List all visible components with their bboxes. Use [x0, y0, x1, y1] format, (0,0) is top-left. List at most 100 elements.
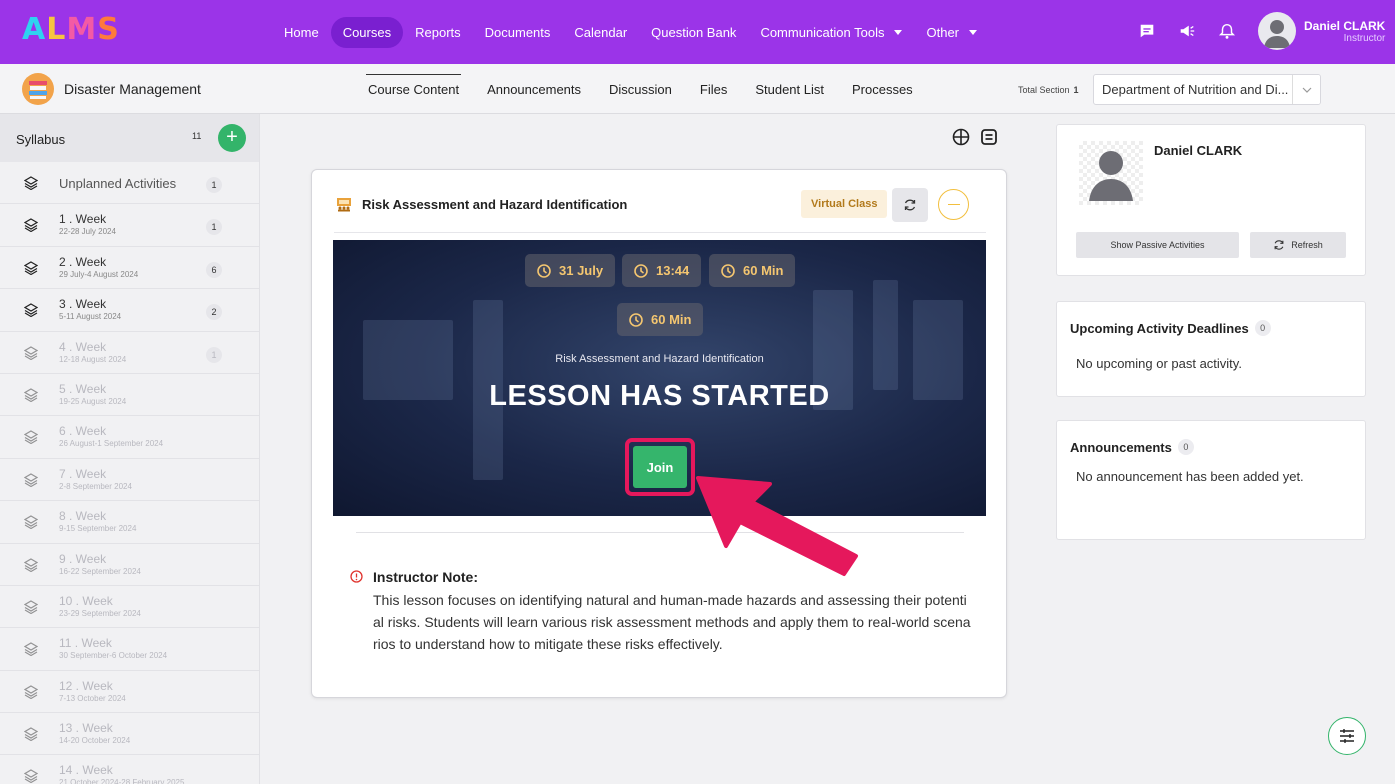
- layers-icon: [23, 345, 39, 360]
- app-logo[interactable]: ALMS: [22, 12, 120, 47]
- user-role: Instructor: [1343, 32, 1386, 44]
- week-activity-count: 1: [206, 219, 222, 236]
- layers-icon: [23, 769, 39, 784]
- nav-other[interactable]: Other: [914, 17, 989, 48]
- nav-question-bank[interactable]: Question Bank: [639, 17, 748, 48]
- syllabus-week-item[interactable]: 7 . Week 2-8 September 2024: [0, 459, 259, 502]
- syllabus-week-item[interactable]: Unplanned Activities 1: [0, 162, 259, 205]
- grid-view-icon[interactable]: [952, 128, 970, 146]
- week-dates: 29 July-4 August 2024: [59, 269, 139, 279]
- tab-student-list[interactable]: Student List: [741, 64, 838, 114]
- layers-icon: [23, 684, 39, 699]
- time-chip: 13:44: [622, 254, 702, 287]
- week-title: 4 . Week: [59, 339, 107, 354]
- nav-calendar[interactable]: Calendar: [562, 17, 639, 48]
- activity-card: Risk Assessment and Hazard Identificatio…: [311, 169, 1007, 698]
- refresh-button[interactable]: Refresh: [1250, 232, 1346, 258]
- syllabus-week-item[interactable]: 11 . Week 30 September-6 October 2024: [0, 628, 259, 671]
- layers-icon: [23, 303, 39, 318]
- message-icon[interactable]: [1138, 22, 1156, 40]
- instructor-note-text: This lesson focuses on identifying natur…: [373, 592, 971, 652]
- week-dates: 23-29 September 2024: [59, 608, 141, 618]
- pointer-arrow-icon: [696, 476, 858, 576]
- deadlines-panel: Upcoming Activity Deadlines 0 No upcoming…: [1056, 301, 1366, 397]
- course-tabs: Course Content Announcements Discussion …: [354, 64, 927, 114]
- syllabus-week-item[interactable]: 13 . Week 14-20 October 2024: [0, 713, 259, 756]
- deadlines-title: Upcoming Activity Deadlines 0: [1070, 320, 1271, 336]
- layers-icon: [23, 176, 39, 191]
- announcements-panel: Announcements 0 No announcement has been …: [1056, 420, 1366, 540]
- activity-title[interactable]: Risk Assessment and Hazard Identificatio…: [362, 197, 627, 212]
- week-dates: 30 September-6 October 2024: [59, 651, 168, 661]
- refresh-icon: [904, 199, 916, 211]
- nav-home[interactable]: Home: [272, 17, 331, 48]
- week-title: 7 . Week: [59, 466, 107, 481]
- megaphone-icon[interactable]: [1178, 22, 1196, 40]
- syllabus-week-item[interactable]: 10 . Week 23-29 September 2024: [0, 586, 259, 629]
- syllabus-week-item[interactable]: 14 . Week 21 October 2024-28 February 202…: [0, 755, 259, 784]
- tab-files[interactable]: Files: [686, 64, 741, 114]
- layers-icon: [23, 727, 39, 742]
- nav-reports[interactable]: Reports: [403, 17, 473, 48]
- syllabus-week-item[interactable]: 2 . Week 29 July-4 August 2024 6: [0, 247, 259, 290]
- week-dates: 16-22 September 2024: [59, 566, 141, 576]
- week-list: Unplanned Activities 1 1 . Week 22-28 July …: [0, 162, 259, 784]
- total-section-label: Total Section 1: [1018, 85, 1079, 95]
- course-title: Disaster Management: [64, 81, 201, 97]
- tab-course-content[interactable]: Course Content: [354, 64, 473, 114]
- syllabus-week-item[interactable]: 5 . Week 19-25 August 2024: [0, 374, 259, 417]
- view-toggle: [952, 128, 998, 146]
- week-title: 14 . Week: [59, 763, 113, 778]
- syllabus-count: 11: [192, 131, 202, 141]
- lesson-subtitle: Risk Assessment and Hazard Identificatio…: [555, 353, 764, 365]
- collapse-button[interactable]: [938, 189, 969, 220]
- week-dates: 26 August-1 September 2024: [59, 439, 164, 449]
- activity-refresh-button[interactable]: [892, 188, 928, 222]
- nav-courses[interactable]: Courses: [330, 17, 404, 48]
- week-title: 11 . Week: [59, 636, 112, 651]
- top-icons: [1138, 22, 1236, 40]
- week-dates: 21 October 2024-28 February 2025: [59, 778, 185, 784]
- layers-icon: [23, 261, 39, 275]
- nav-documents[interactable]: Documents: [473, 17, 563, 48]
- add-week-button[interactable]: +: [218, 124, 246, 152]
- chevron-down-icon: [1292, 75, 1320, 104]
- course-header: Disaster Management Course Content Annou…: [0, 64, 1395, 114]
- date-chip: 31 July: [525, 254, 616, 287]
- layers-icon: [23, 515, 39, 530]
- total-section-count: 1: [1073, 85, 1079, 95]
- deadlines-count: 0: [1254, 320, 1271, 336]
- syllabus-week-item[interactable]: 9 . Week 16-22 September 2024: [0, 544, 259, 586]
- tab-processes[interactable]: Processes: [838, 64, 927, 114]
- settings-fab[interactable]: [1328, 717, 1366, 755]
- week-title: 10 . Week: [59, 593, 113, 608]
- bell-icon[interactable]: [1218, 22, 1236, 40]
- show-passive-activities-button[interactable]: Show Passive Activities: [1076, 232, 1239, 258]
- syllabus-week-item[interactable]: 12 . Week 7-13 October 2024: [0, 671, 259, 714]
- duration-chip: 60 Min: [709, 254, 796, 287]
- join-button[interactable]: Join: [633, 446, 687, 488]
- week-dates: 2-8 September 2024: [59, 481, 132, 491]
- nav-communication-tools[interactable]: Communication Tools: [748, 17, 914, 48]
- syllabus-week-item[interactable]: 4 . Week 12-18 August 2024 1: [0, 332, 259, 374]
- virtual-class-icon: [337, 198, 351, 212]
- week-title: 5 . Week: [59, 381, 107, 396]
- tab-announcements[interactable]: Announcements: [473, 64, 595, 114]
- week-activity-count: 6: [206, 261, 222, 278]
- syllabus-week-item[interactable]: 6 . Week 26 August-1 September 2024: [0, 416, 259, 459]
- section-select[interactable]: Department of Nutrition and Di...: [1093, 74, 1321, 105]
- user-name: Daniel CLARK: [1304, 18, 1386, 33]
- week-activity-count: 1: [206, 346, 222, 363]
- week-title: 1 . Week: [59, 212, 107, 227]
- user-menu[interactable]: Daniel CLARK Instructor: [1258, 12, 1385, 50]
- tab-discussion[interactable]: Discussion: [595, 64, 686, 114]
- week-dates: 14-20 October 2024: [59, 736, 131, 746]
- syllabus-week-item[interactable]: 8 . Week 9-15 September 2024: [0, 501, 259, 544]
- layers-icon: [23, 388, 39, 403]
- syllabus-week-item[interactable]: 1 . Week 22-28 July 2024 1: [0, 204, 259, 247]
- chevron-down-icon: [894, 30, 903, 35]
- main-nav: Home Courses Reports Documents Calendar …: [272, 17, 989, 48]
- duration-chip-2: 60 Min: [617, 303, 704, 336]
- list-view-icon[interactable]: [980, 128, 998, 146]
- syllabus-week-item[interactable]: 3 . Week 5-11 August 2024 2: [0, 289, 259, 332]
